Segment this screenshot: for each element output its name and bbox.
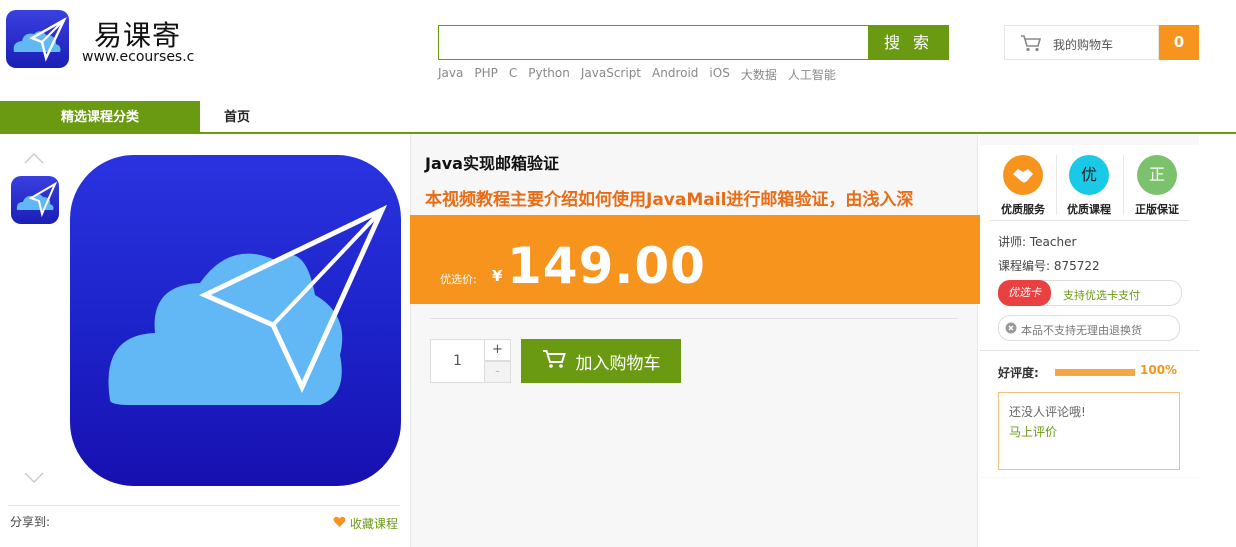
rating-value: 100% (1140, 363, 1178, 377)
divider (430, 318, 958, 319)
nav-home-link[interactable]: 首页 (224, 101, 250, 134)
hot-word-link[interactable]: JavaScript (581, 66, 641, 83)
quantity-increase-button[interactable]: + (484, 339, 511, 361)
hot-search-words: Java PHP C Python JavaScript Android iOS… (438, 66, 836, 83)
hot-word-link[interactable]: 人工智能 (788, 66, 836, 83)
rating-label: 好评度: (998, 366, 1039, 380)
heart-icon (333, 516, 346, 531)
share-label: 分享到: (10, 515, 51, 529)
my-cart-button[interactable]: 我的购物车 (1004, 25, 1159, 60)
divider (8, 505, 400, 506)
hot-word-link[interactable]: 大数据 (741, 66, 777, 83)
card-payment-text: 支持优选卡支付 (1063, 289, 1140, 302)
hot-word-link[interactable]: Java (438, 66, 463, 83)
site-logo[interactable]: 易课寄 www.ecourses.c (6, 8, 198, 70)
feature-badge-icon: 正 (1137, 155, 1177, 195)
no-review-text: 还没人评论哦! (1009, 405, 1086, 419)
price-banner: 优选价: ¥ 149.00 (410, 215, 983, 304)
card-badge: 优选卡 (998, 280, 1051, 306)
feature-genuine: 正 正版保证 (1124, 155, 1190, 217)
favorite-course-button[interactable]: 收藏课程 (333, 515, 398, 532)
teacher-name: Teacher (1029, 235, 1077, 249)
course-number-value: 875722 (1053, 259, 1100, 273)
product-title: Java实现邮箱验证 (425, 154, 559, 173)
favorite-label: 收藏课程 (350, 517, 399, 531)
logo-url: www.ecourses.c (82, 49, 195, 65)
feature-label: 优质服务 (1001, 203, 1045, 216)
add-to-cart-button[interactable]: 加入购物车 (521, 339, 681, 383)
logo-name: 易课寄 (94, 19, 182, 52)
product-main-image (70, 155, 401, 486)
quantity-input[interactable]: 1 (430, 339, 485, 383)
price-label: 优选价: (440, 273, 477, 286)
hot-word-link[interactable]: PHP (474, 66, 498, 83)
refund-policy: 本品不支持无理由退换货 (998, 315, 1180, 341)
teacher-info: 讲师: Teacher (998, 233, 1076, 250)
hot-word-link[interactable]: iOS (709, 66, 729, 83)
thumb-scroll-up-icon[interactable] (24, 152, 44, 164)
thumb-scroll-down-icon[interactable] (24, 472, 44, 484)
service-sidebar: 优质服务 优 优质课程 正 正版保证 讲师: Teacher 课程编号: 875… (980, 145, 1199, 477)
refund-policy-text: 本品不支持无理由退换货 (1021, 324, 1142, 337)
product-thumbnail[interactable] (11, 176, 59, 224)
search-button[interactable]: 搜 索 (868, 25, 949, 60)
cart-label: 我的购物车 (1053, 38, 1114, 52)
write-review-link[interactable]: 马上评价 (1009, 423, 1057, 440)
nav-category-menu[interactable]: 精选课程分类 (0, 101, 200, 134)
hot-word-link[interactable]: Android (652, 66, 698, 83)
warning-shield-icon (1005, 322, 1017, 334)
divider (990, 220, 1190, 221)
logo-icon (6, 10, 69, 68)
currency-symbol: ¥ (492, 267, 503, 285)
teacher-label: 讲师: (998, 235, 1027, 249)
feature-badge-icon: 优 (1069, 155, 1109, 195)
handshake-icon (1003, 155, 1043, 195)
feature-quality-service: 优质服务 (990, 155, 1056, 217)
course-number: 课程编号: 875722 (998, 257, 1100, 274)
feature-quality-course: 优 优质课程 (1056, 155, 1122, 217)
rating-progress-bar (1055, 369, 1135, 376)
shopping-cart-icon (542, 349, 566, 374)
divider (980, 350, 1199, 351)
hot-word-link[interactable]: C (509, 66, 517, 83)
product-price: 149.00 (507, 237, 706, 295)
review-box: 还没人评论哦! 马上评价 (998, 392, 1180, 470)
shopping-cart-icon (1020, 34, 1042, 52)
add-to-cart-label: 加入购物车 (575, 353, 661, 374)
quantity-decrease-button[interactable]: - (484, 361, 511, 383)
feature-label: 优质课程 (1067, 203, 1111, 216)
feature-label: 正版保证 (1135, 203, 1179, 216)
cart-count-badge[interactable]: 0 (1159, 25, 1199, 60)
main-nav: 精选课程分类 首页 (0, 101, 1236, 134)
hot-word-link[interactable]: Python (528, 66, 570, 83)
course-number-label: 课程编号: (998, 259, 1051, 273)
product-subtitle: 本视频教程主要介绍如何使用JavaMail进行邮箱验证，由浅入深 (425, 190, 914, 210)
search-input[interactable] (438, 25, 868, 60)
card-payment-info: 优选卡 支持优选卡支付 (998, 280, 1182, 306)
